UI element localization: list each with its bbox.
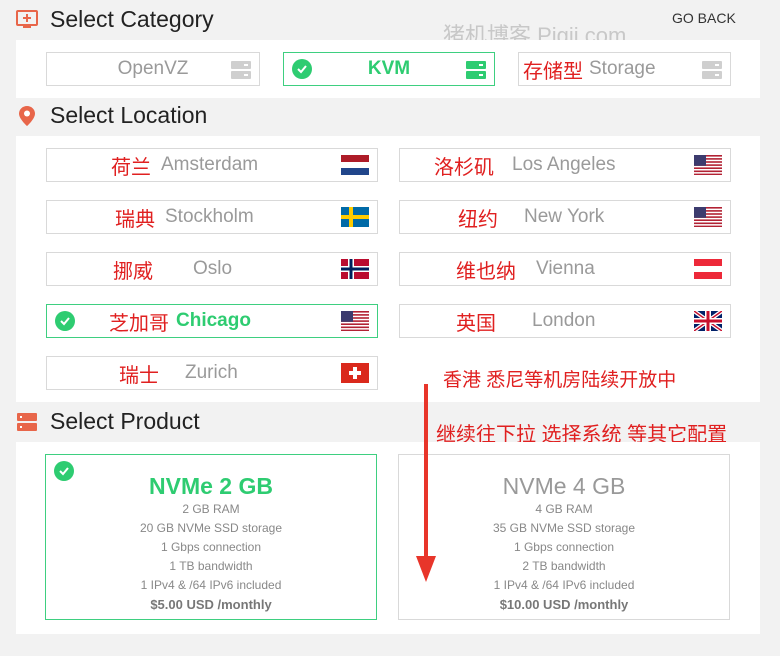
category-label: KVM — [367, 58, 411, 79]
server-stack-icon — [16, 411, 38, 433]
monitor-plus-icon — [16, 9, 38, 31]
location-en: Amsterdam — [161, 154, 259, 175]
category-header: Select Category — [16, 6, 214, 33]
location-en: Los Angeles — [512, 154, 616, 175]
product-bandwidth: 2 TB bandwidth — [522, 559, 606, 573]
product-header: Select Product — [16, 408, 200, 435]
down-arrow-icon — [416, 384, 436, 582]
product-storage: 20 GB NVMe SSD storage — [139, 521, 283, 535]
product-ip: 1 IPv4 & /64 IPv6 included — [493, 578, 635, 592]
product-price: $10.00 USD /monthly — [499, 597, 629, 612]
product-card-nvme-2gb[interactable]: NVMe 2 GB 2 GB RAM 20 GB NVMe SSD storag… — [45, 454, 377, 620]
location-en: Vienna — [536, 258, 595, 279]
norway-flag-icon — [341, 259, 369, 279]
location-los-angeles[interactable]: 洛杉矶 Los Angeles — [399, 148, 731, 182]
category-option-storage[interactable]: 存储型 Storage — [518, 52, 731, 86]
map-pin-icon — [16, 105, 38, 127]
product-ip: 1 IPv4 & /64 IPv6 included — [140, 578, 282, 592]
category-cn-label: 存储型 — [523, 60, 583, 83]
austria-flag-icon — [694, 259, 722, 279]
category-option-openvz[interactable]: OpenVZ — [46, 52, 260, 86]
server-icon — [702, 61, 722, 79]
check-icon — [54, 461, 74, 481]
location-new-york[interactable]: 纽约 New York — [399, 200, 731, 234]
location-en: Zurich — [185, 362, 238, 383]
category-label: OpenVZ — [117, 58, 189, 79]
location-chicago[interactable]: 芝加哥 Chicago — [46, 304, 378, 338]
location-vienna[interactable]: 维也纳 Vienna — [399, 252, 731, 286]
product-title: Select Product — [50, 408, 200, 434]
sweden-flag-icon — [341, 207, 369, 227]
location-zurich[interactable]: 瑞士 Zurich — [46, 356, 378, 390]
location-cn: 芝加哥 — [109, 312, 169, 335]
netherlands-flag-icon — [341, 155, 369, 175]
category-label: Storage — [589, 58, 656, 79]
location-en: Chicago — [176, 310, 251, 331]
location-cn: 瑞典 — [115, 208, 155, 231]
location-cn: 英国 — [456, 312, 496, 335]
check-icon — [55, 311, 75, 331]
usa-flag-icon — [341, 311, 369, 331]
location-cn: 瑞士 — [119, 364, 159, 387]
usa-flag-icon — [694, 155, 722, 175]
location-title: Select Location — [50, 102, 208, 128]
category-title: Select Category — [50, 6, 214, 32]
location-note: 香港 悉尼等机房陆续开放中 — [443, 370, 677, 391]
location-amsterdam[interactable]: 荷兰 Amsterdam — [46, 148, 378, 182]
product-ram: 2 GB RAM — [182, 502, 240, 516]
product-bandwidth: 1 TB bandwidth — [169, 559, 253, 573]
usa-flag-icon — [694, 207, 722, 227]
product-storage: 35 GB NVMe SSD storage — [492, 521, 636, 535]
product-ram: 4 GB RAM — [535, 502, 593, 516]
product-name: NVMe 4 GB — [502, 473, 626, 499]
product-card-nvme-4gb[interactable]: NVMe 4 GB 4 GB RAM 35 GB NVMe SSD storag… — [398, 454, 730, 620]
uk-flag-icon — [694, 311, 722, 331]
location-oslo[interactable]: 挪威 Oslo — [46, 252, 378, 286]
switzerland-flag-icon — [341, 363, 369, 383]
location-cn: 维也纳 — [456, 260, 516, 283]
location-en: New York — [524, 206, 605, 227]
location-cn: 荷兰 — [111, 156, 151, 179]
product-name: NVMe 2 GB — [149, 473, 273, 499]
product-connection: 1 Gbps connection — [513, 540, 615, 554]
go-back-link[interactable]: GO BACK — [672, 10, 736, 26]
category-option-kvm[interactable]: KVM — [283, 52, 495, 86]
check-icon — [292, 59, 312, 79]
location-en: Stockholm — [165, 206, 254, 227]
location-en: London — [532, 310, 596, 331]
server-icon — [231, 61, 251, 79]
server-icon — [466, 61, 486, 79]
location-london[interactable]: 英国 London — [399, 304, 731, 338]
location-cn: 纽约 — [458, 208, 498, 231]
location-en: Oslo — [193, 258, 233, 279]
location-header: Select Location — [16, 102, 207, 129]
location-cn: 洛杉矶 — [434, 156, 494, 179]
product-price: $5.00 USD /monthly — [150, 597, 272, 612]
location-cn: 挪威 — [113, 260, 153, 283]
product-connection: 1 Gbps connection — [160, 540, 262, 554]
location-stockholm[interactable]: 瑞典 Stockholm — [46, 200, 378, 234]
